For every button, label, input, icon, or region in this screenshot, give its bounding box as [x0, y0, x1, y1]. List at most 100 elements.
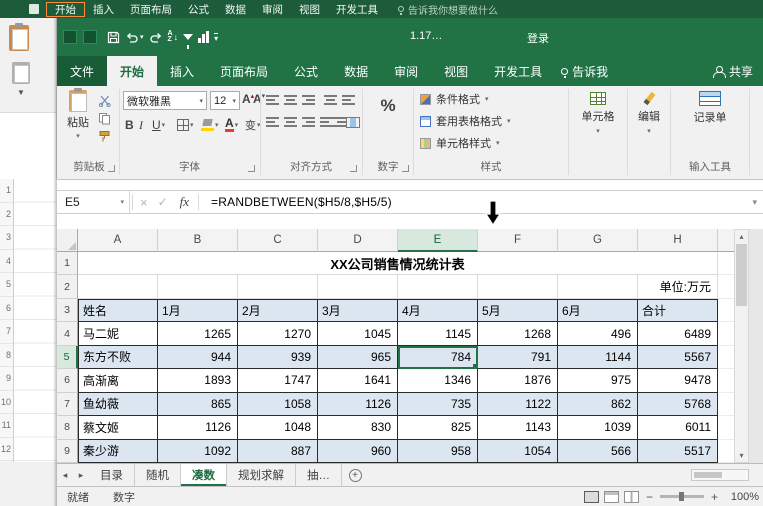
row-header-8[interactable]: 8 — [57, 416, 78, 440]
cell-F9[interactable]: 1054 — [478, 439, 558, 463]
percent-style-button[interactable]: % — [364, 96, 412, 116]
row-header-3[interactable]: 3 — [57, 298, 78, 323]
align-center-button[interactable] — [284, 117, 297, 128]
cell-A4[interactable]: 马二妮 — [78, 322, 158, 346]
chart-icon[interactable] — [198, 27, 210, 47]
row-header-1[interactable]: 1 — [57, 252, 78, 276]
sheet-tab-2[interactable]: 随机 — [135, 464, 181, 486]
cell-E3[interactable]: 4月 — [398, 298, 478, 323]
filter-icon[interactable] — [183, 27, 194, 49]
enter-icon[interactable]: ✓ — [153, 195, 173, 209]
background-tab-4[interactable]: 公式 — [180, 2, 217, 17]
sheet-tab-4[interactable]: 规划求解 — [227, 464, 296, 486]
increase-indent-button[interactable] — [333, 117, 346, 128]
row-header-7[interactable]: 7 — [57, 392, 78, 417]
number-dialog-launcher-icon[interactable] — [402, 165, 409, 172]
cell-A2[interactable] — [78, 275, 158, 299]
cell-C2[interactable] — [238, 275, 318, 299]
cell-styles-button[interactable]: 单元格样式 ▾ — [420, 133, 500, 153]
cell-C8[interactable]: 1048 — [238, 416, 318, 440]
clipboard-dialog-launcher-icon[interactable] — [108, 165, 115, 172]
cell-C5[interactable]: 939 — [238, 345, 318, 370]
font-dialog-launcher-icon[interactable] — [248, 165, 255, 172]
col-header-H[interactable]: H — [638, 229, 718, 252]
cell-H9[interactable]: 5517 — [638, 439, 718, 463]
ribbon-tab-8[interactable]: 开发工具 — [481, 56, 555, 86]
copy-button[interactable] — [96, 110, 112, 126]
cell-C6[interactable]: 1747 — [238, 369, 318, 393]
background-tab-3[interactable]: 页面布局 — [122, 2, 180, 17]
cell-D4[interactable]: 1045 — [318, 322, 398, 346]
sign-in-button[interactable]: 登录 — [527, 30, 549, 46]
cell-title[interactable]: XX公司销售情况统计表 — [78, 252, 718, 276]
cell-D9[interactable]: 960 — [318, 439, 398, 463]
cells-button[interactable]: 单元格 ▾ — [570, 92, 626, 135]
phonetic-guide-button[interactable]: 变 ▾ — [245, 116, 261, 134]
vertical-scrollbar[interactable]: ▴ ▾ — [734, 229, 749, 463]
cell-B5[interactable]: 944 — [158, 345, 238, 370]
align-bottom-button[interactable] — [302, 95, 315, 106]
file-tab[interactable]: 文件 — [57, 56, 107, 86]
col-header-C[interactable]: C — [238, 229, 318, 252]
cell-G9[interactable]: 566 — [558, 439, 638, 463]
zoom-slider[interactable] — [659, 492, 704, 501]
ribbon-tab-4[interactable]: 公式 — [281, 56, 331, 86]
ribbon-tab-2[interactable]: 插入 — [157, 56, 207, 86]
cell-E6[interactable]: 1346 — [398, 369, 478, 393]
select-all-corner[interactable] — [57, 229, 78, 252]
cell-F3[interactable]: 5月 — [478, 298, 558, 323]
scroll-down-icon[interactable]: ▾ — [735, 449, 748, 462]
cell-E8[interactable]: 825 — [398, 416, 478, 440]
col-header-D[interactable]: D — [318, 229, 398, 252]
cell-G2[interactable] — [558, 275, 638, 299]
cell-D3[interactable]: 3月 — [318, 298, 398, 323]
cell-G5[interactable]: 1144 — [558, 345, 638, 370]
col-header-B[interactable]: B — [158, 229, 238, 252]
decrease-indent-button[interactable] — [320, 117, 333, 128]
align-middle-button[interactable] — [284, 95, 297, 106]
col-header-A[interactable]: A — [78, 229, 158, 252]
normal-view-button[interactable] — [583, 490, 599, 503]
font-name-select[interactable]: 微软雅黑 ▾ — [123, 91, 207, 110]
font-size-select[interactable]: 12 ▾ — [210, 91, 240, 110]
cell-G7[interactable]: 862 — [558, 392, 638, 417]
cell-B3[interactable]: 1月 — [158, 298, 238, 323]
cell-H4[interactable]: 6489 — [638, 322, 718, 346]
ribbon-tab-1[interactable]: 开始 — [107, 56, 158, 86]
cell-B7[interactable]: 865 — [158, 392, 238, 417]
cell-C4[interactable]: 1270 — [238, 322, 318, 346]
row-header-5[interactable]: 5 — [57, 345, 78, 370]
cell-G6[interactable]: 975 — [558, 369, 638, 393]
cell-G3[interactable]: 6月 — [558, 298, 638, 323]
cell-D5[interactable]: 965 — [318, 345, 398, 370]
row-header-9[interactable]: 9 — [57, 439, 78, 463]
insert-function-icon[interactable]: fx — [173, 194, 196, 210]
cell-D2[interactable] — [318, 275, 398, 299]
bold-button[interactable]: B — [125, 116, 134, 134]
cell-F7[interactable]: 1122 — [478, 392, 558, 417]
cell-A3[interactable]: 姓名 — [78, 298, 158, 323]
orientation-button[interactable] — [324, 95, 337, 106]
page-layout-view-button[interactable] — [603, 490, 619, 503]
record-form-button[interactable]: 记录单 — [673, 91, 747, 125]
page-break-view-button[interactable] — [623, 490, 639, 503]
cell-B4[interactable]: 1265 — [158, 322, 238, 346]
alignment-dialog-launcher-icon[interactable] — [350, 165, 357, 172]
borders-button[interactable]: ▾ — [177, 116, 194, 134]
zoom-level[interactable]: 100% — [725, 491, 759, 503]
cell-E9[interactable]: 958 — [398, 439, 478, 463]
align-left-button[interactable] — [266, 117, 279, 128]
row-header-4[interactable]: 4 — [57, 322, 78, 346]
qat-more-icon[interactable]: ▾ — [214, 27, 219, 47]
cell-B9[interactable]: 1092 — [158, 439, 238, 463]
cell-F2[interactable] — [478, 275, 558, 299]
scroll-up-icon[interactable]: ▴ — [735, 230, 748, 243]
formula-bar-expand-icon[interactable]: ▾ — [752, 197, 757, 208]
background-tab-8[interactable]: 开发工具 — [328, 2, 386, 17]
cell-D7[interactable]: 1126 — [318, 392, 398, 417]
cell-B2[interactable] — [158, 275, 238, 299]
sheet-tab-3[interactable]: 凑数 — [181, 464, 227, 486]
cell-F5[interactable]: 791 — [478, 345, 558, 370]
background-tab-5[interactable]: 数据 — [217, 2, 254, 17]
cell-F4[interactable]: 1268 — [478, 322, 558, 346]
